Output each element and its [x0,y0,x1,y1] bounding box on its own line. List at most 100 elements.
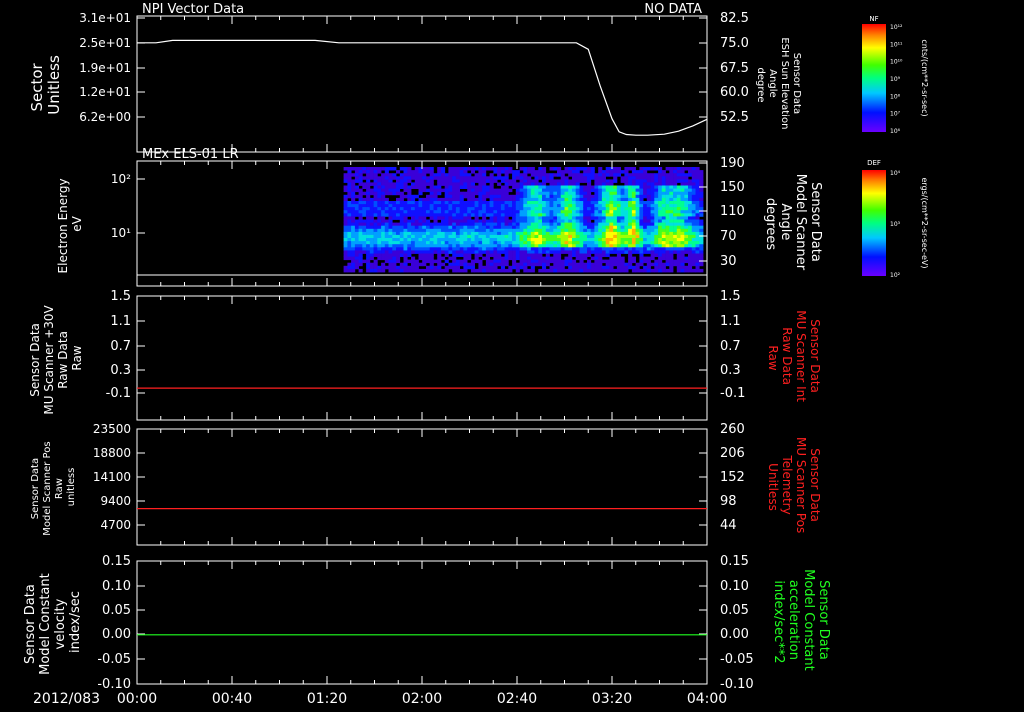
spectrogram-cell [646,204,651,208]
spectrogram-cell [351,197,356,202]
spectrogram-cell [354,247,359,251]
spectrogram-cell [590,256,595,261]
spectrogram-cell [631,216,636,220]
spectrogram-cell [362,182,367,186]
spectrogram-cell [545,238,550,242]
spectrogram-cell [467,176,472,180]
spectrogram-cell [474,201,479,205]
spectrogram-cell [639,207,644,211]
spectrogram-cell [358,173,363,177]
spectrogram-cell [601,216,606,220]
spectrogram-cell [392,182,397,186]
spectrogram-cell [403,222,408,227]
spectrogram-cell [452,194,457,199]
spectrogram-cell [523,176,528,180]
spectrogram-cell [489,262,494,267]
spectrogram-cell [407,188,412,193]
spectrogram-cell [568,179,573,183]
spectrogram-cell [587,216,592,220]
spectrogram-cell [452,247,457,251]
spectrogram-cell [631,179,636,183]
spectrogram-cell [429,262,434,267]
spectrogram-cell [500,265,505,270]
spectrogram-cell [373,210,378,214]
spectrogram-cell [366,238,371,242]
spectrogram-cell [695,191,700,196]
spectrogram-cell [658,256,663,261]
spectrogram-cell [545,204,550,208]
spectrogram-cell [643,176,648,180]
spectrogram-cell [489,201,494,205]
spectrogram-cell [609,170,614,174]
spectrogram-cell [485,185,490,189]
spectrogram-cell [470,228,475,233]
spectrogram-cell [669,191,674,196]
spectrogram-cell [665,204,670,208]
spectrogram-cell [347,244,352,248]
spectrogram-cell [669,259,674,264]
spectrogram-cell [661,170,666,174]
spectrogram-cell [609,182,614,186]
spectrogram-cell [422,213,427,217]
spectrogram-cell [444,176,449,180]
spectrogram-cell [403,225,408,230]
spectrogram-cell [358,222,363,227]
spectrogram-cell [474,173,479,177]
left-tick-label: 23500 [93,422,131,436]
spectrogram-cell [485,241,490,245]
spectrogram-cell [463,244,468,248]
spectrogram-cell [515,268,520,273]
spectrogram-cell [605,170,610,174]
spectrogram-cell [530,191,535,196]
spectrogram-cell [691,216,696,220]
spectrogram-cell [358,241,363,245]
spectrogram-cell [422,225,427,230]
spectrogram-cell [519,219,524,223]
spectrogram-cell [616,265,621,270]
spectrogram-cell [482,173,487,177]
spectrogram-cell [426,213,431,217]
spectrogram-cell [590,238,595,242]
spectrogram-cell [441,225,446,230]
spectrogram-cell [676,238,681,242]
spectrogram-cell [515,219,520,223]
spectrogram-cell [347,207,352,211]
spectrogram-cell [388,238,393,242]
spectrogram-cell [620,197,625,202]
spectrogram-cell [542,247,547,251]
spectrogram-cell [500,219,505,223]
spectrogram-cell [343,210,348,214]
spectrogram-cell [485,234,490,239]
spectrogram-cell [650,201,655,205]
spectrogram-cell [407,268,412,273]
spectrogram-cell [560,219,565,223]
spectrogram-cell [489,259,494,264]
spectrogram-cell [620,170,625,174]
spectrogram-cell [665,222,670,227]
spectrogram-cell [594,234,599,239]
panel-els-spectrogram: MEx ELS-01 LR 10²10¹ 1901501107030 Elect… [56,147,823,287]
spectrogram-cell [512,256,517,261]
spectrogram-cell [418,222,423,227]
spectrogram-cell [624,173,629,177]
spectrogram-cell [538,222,543,227]
spectrogram-cell [429,231,434,236]
spectrogram-cell [429,173,434,177]
spectrogram-cell [684,238,689,242]
spectrogram-cell [362,238,367,242]
y-label-right: Sensor Data Model Constant acceleration … [771,569,831,675]
spectrogram-cell [609,216,614,220]
spectrogram-cell [534,176,539,180]
spectrogram-cell [564,207,569,211]
spectrogram-cell [601,219,606,223]
spectrogram-cell [493,179,498,183]
spectrogram-cell [575,225,580,230]
spectrogram-cell [504,201,509,205]
left-tick-label: 6.2e+00 [79,110,131,124]
spectrogram-cell [665,176,670,180]
spectrogram-cell [369,250,374,254]
spectrogram-cell [489,176,494,180]
spectrogram-cell [418,268,423,273]
spectrogram-cell [572,194,577,199]
spectrogram-cell [691,219,696,223]
